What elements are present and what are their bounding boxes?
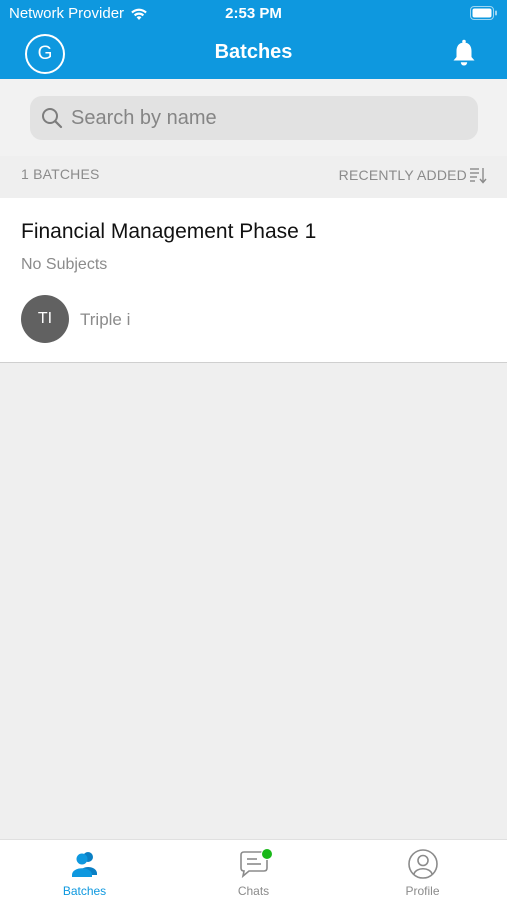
sort-label: RECENTLY ADDED [338, 167, 467, 183]
search-icon [42, 108, 63, 129]
list-meta: 1 BATCHES RECENTLY ADDED [0, 156, 507, 198]
owner-initials: TI [37, 310, 53, 327]
batch-subjects: No Subjects [21, 256, 108, 273]
page-title: Batches [214, 41, 293, 63]
search-box[interactable] [30, 96, 478, 140]
search-input[interactable] [71, 106, 451, 130]
status-time: 2:53 PM [225, 5, 282, 22]
owner-name: Triple i [80, 310, 131, 329]
batch-count: 1 BATCHES [21, 166, 100, 182]
search-area [0, 79, 507, 156]
chat-icon [238, 848, 273, 880]
owner-avatar: TI [21, 295, 69, 343]
tab-label: Batches [62, 884, 107, 898]
tab-profile[interactable]: Profile [338, 840, 507, 900]
profile-icon [407, 848, 439, 880]
status-bar: Network Provider 2:53 PM [0, 0, 507, 28]
batches-icon [69, 848, 101, 880]
chat-badge-dot [260, 848, 273, 860]
notifications-button[interactable] [451, 39, 477, 67]
tab-label: Profile [405, 884, 440, 898]
batch-title: Financial Management Phase 1 [21, 220, 317, 243]
bell-icon [453, 39, 475, 66]
battery-icon [470, 6, 498, 24]
app-header: Network Provider 2:53 PM G Batches [0, 0, 507, 79]
batch-card[interactable]: Financial Management Phase 1 No Subjects… [0, 198, 507, 363]
sort-icon [470, 168, 487, 184]
tab-bar: Batches Chats Profile [0, 839, 507, 900]
tab-batches[interactable]: Batches [0, 840, 169, 900]
nav-bar: G Batches [0, 28, 507, 79]
sort-button[interactable]: RECENTLY ADDED [339, 166, 487, 184]
tab-chats[interactable]: Chats [169, 840, 338, 900]
tab-label: Chats [237, 884, 270, 898]
